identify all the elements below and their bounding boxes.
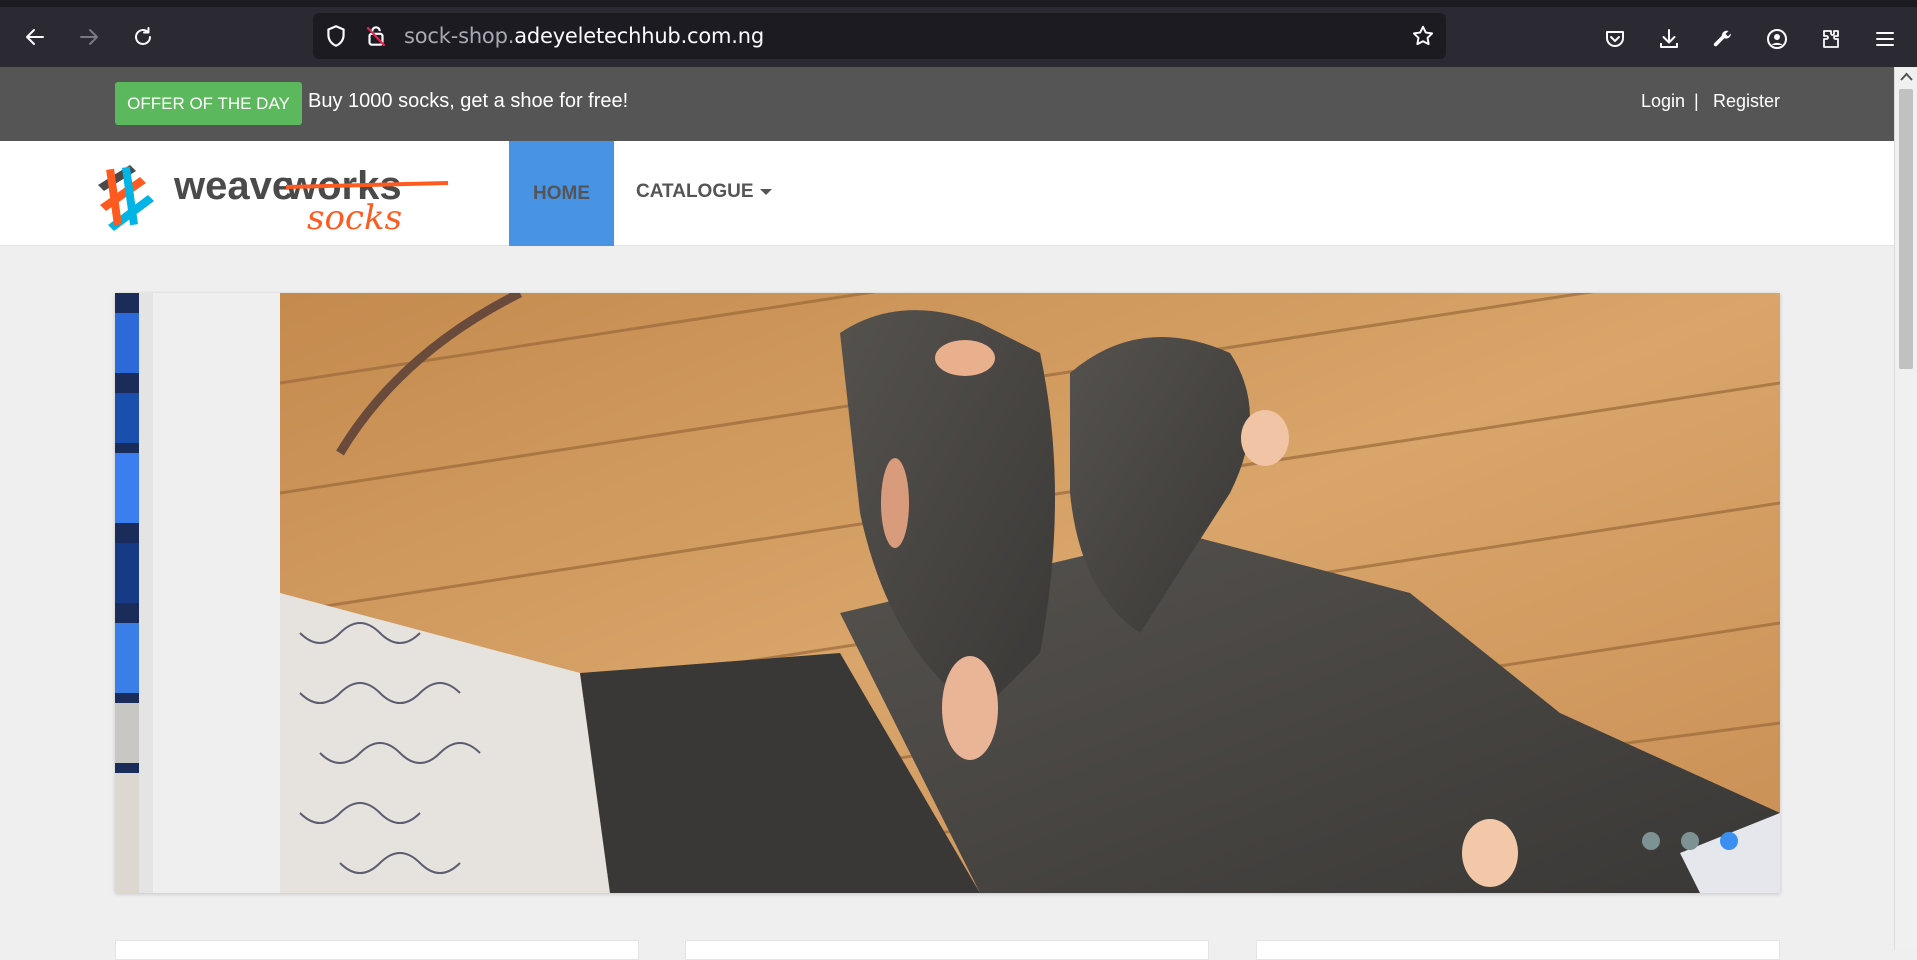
forward-button[interactable]: [71, 19, 107, 55]
wrench-icon: [1713, 30, 1732, 47]
nav-home[interactable]: HOME: [509, 141, 614, 246]
holey-socks-slide-image: [280, 293, 1780, 893]
product-card[interactable]: [115, 940, 639, 960]
logo-text-socks: socks: [307, 198, 402, 235]
back-button[interactable]: [17, 19, 53, 55]
menu-button[interactable]: [1870, 24, 1900, 54]
account-button[interactable]: [1762, 24, 1792, 54]
pocket-icon: [1606, 31, 1624, 47]
url-domain: adeyeletechhub.com.ng: [514, 24, 765, 48]
login-link[interactable]: Login: [1641, 91, 1685, 112]
carousel-dot-1[interactable]: [1642, 832, 1660, 850]
forward-arrow-icon: [80, 29, 98, 45]
shield-icon[interactable]: [323, 23, 349, 49]
account-separator: |: [1694, 91, 1699, 111]
logo-mark-icon: [98, 165, 154, 231]
browser-toolbar: sock-shop.adeyeletechhub.com.ng: [0, 0, 1917, 67]
url-text[interactable]: sock-shop.adeyeletechhub.com.ng: [404, 24, 764, 48]
bookmark-star-icon[interactable]: [1410, 23, 1436, 49]
insecure-lock-icon[interactable]: [363, 23, 389, 49]
url-prefix: sock-shop.: [404, 24, 515, 48]
offer-bar: OFFER OF THE DAY Buy 1000 socks, get a s…: [0, 67, 1894, 141]
downloads-button[interactable]: [1654, 24, 1684, 54]
weaveworks-socks-logo[interactable]: weave works socks: [90, 155, 450, 235]
hero-carousel[interactable]: [115, 293, 1780, 893]
scroll-up-arrow-icon[interactable]: [1900, 71, 1913, 83]
main-navbar: weave works socks HOME CATALOGUE: [0, 141, 1894, 246]
logo-text-weave: weave: [173, 164, 294, 208]
carousel-dot-2[interactable]: [1681, 832, 1699, 850]
scrollbar-thumb[interactable]: [1899, 89, 1913, 369]
product-card[interactable]: [1256, 940, 1780, 960]
product-card[interactable]: [685, 940, 1209, 960]
download-icon: [1660, 29, 1678, 48]
carousel-dot-3-active[interactable]: [1720, 832, 1738, 850]
puzzle-icon: [1823, 30, 1839, 48]
previous-slide-peek-image: [115, 293, 153, 893]
back-arrow-icon: [26, 29, 44, 45]
hamburger-menu-icon: [1876, 32, 1894, 46]
address-bar[interactable]: sock-shop.adeyeletechhub.com.ng: [313, 13, 1446, 59]
offer-text: Buy 1000 socks, get a shoe for free!: [308, 90, 629, 112]
nav-catalogue-dropdown[interactable]: CATALOGUE: [636, 181, 772, 203]
reload-icon: [135, 27, 151, 45]
page-scrollbar[interactable]: [1894, 67, 1917, 950]
offer-badge: OFFER OF THE DAY: [115, 82, 302, 125]
caret-down-icon: [759, 188, 772, 195]
register-link[interactable]: Register: [1713, 91, 1780, 112]
devtools-button[interactable]: [1708, 24, 1738, 54]
pocket-button[interactable]: [1600, 24, 1630, 54]
account-icon: [1767, 29, 1787, 49]
extensions-button[interactable]: [1816, 24, 1846, 54]
nav-catalogue-label: CATALOGUE: [636, 181, 754, 202]
reload-button[interactable]: [125, 19, 161, 55]
